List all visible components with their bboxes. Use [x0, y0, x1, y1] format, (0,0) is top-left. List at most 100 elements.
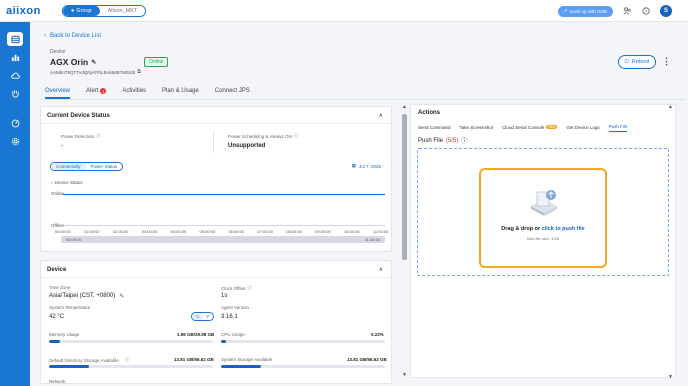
range-start: 00:00:00	[66, 237, 82, 242]
file-dropzone[interactable]: Drag & drop or click to push file Max fi…	[479, 168, 607, 268]
x-tick-label: 06:00:00	[228, 229, 245, 234]
x-tick-label: 08:00:00	[286, 229, 302, 234]
default-storage-label: Default Directory Storage Available ⓘ	[49, 357, 129, 363]
x-tick-label: 05:00:00	[199, 229, 216, 234]
date-picker[interactable]: ▦ Jul 7, 2025	[352, 163, 381, 169]
default-storage-fill	[49, 365, 90, 368]
right-panel-scrollbar[interactable]: ▲ ▼	[668, 104, 674, 382]
tab-activities[interactable]: Activities	[122, 86, 146, 99]
group-scope-button[interactable]: ● Group	[63, 5, 100, 16]
reboot-label: Reboot	[631, 59, 650, 65]
left-panel-scrollbar[interactable]: ▲ ▼	[402, 104, 407, 378]
tab-connect-jps[interactable]: Connect JPS	[215, 86, 250, 99]
upload-icon	[531, 190, 557, 216]
tab-take-screenshot[interactable]: Take Screenshot	[460, 124, 494, 132]
click-to-push-link[interactable]: click to push file	[542, 226, 585, 232]
timezone-row: Asia/Taipei (CST, +0800) ✎	[49, 293, 124, 300]
help-icon[interactable]: ?	[641, 6, 651, 16]
back-to-device-list-link[interactable]: Back to Device List	[50, 33, 101, 39]
info-icon[interactable]: ⓘ	[461, 136, 467, 145]
info-icon[interactable]: ⓘ	[294, 133, 299, 139]
tab-alert-label: Alert	[86, 88, 99, 94]
scope-switch: ● Group Allxon_MKT	[62, 4, 147, 17]
cpu-usage-value: 0.22%	[371, 332, 384, 337]
devices-icon[interactable]	[7, 32, 23, 46]
power-scheduling-value: Unsupported	[228, 143, 266, 149]
drop-instructions: Drag & drop or click to push file	[481, 226, 605, 232]
calendar-icon: ▦	[351, 163, 356, 168]
device-name-row: AGX Orin ✎	[50, 57, 96, 67]
scroll-down-icon[interactable]: ▼	[668, 374, 673, 380]
system-storage-value: 13.81 GB/56.62 GB	[347, 357, 387, 362]
system-storage-bar	[221, 365, 385, 368]
x-tick-label: 01:00:00	[83, 229, 100, 234]
memory-usage-fill	[49, 340, 60, 343]
device-id: AAMbuT9QTTvdQNjAFthLBAk58B7605S5	[50, 69, 136, 75]
memory-usage-label: Memory Usage	[49, 332, 80, 337]
chevron-up-icon[interactable]: ∧	[379, 112, 383, 119]
gear-icon[interactable]	[7, 134, 23, 148]
hand-icon[interactable]	[7, 86, 23, 100]
scroll-down-icon[interactable]: ▼	[402, 372, 407, 378]
connectivity-tab[interactable]: Connectivity	[51, 163, 86, 170]
status-line-online	[63, 194, 385, 195]
scroll-up-icon[interactable]: ▲	[402, 104, 407, 110]
reboot-button[interactable]: ⏻ Reboot	[618, 55, 656, 69]
x-tick-label: 11:00:00	[373, 229, 389, 234]
org-scope-button[interactable]: Allxon_MKT	[99, 5, 146, 16]
system-storage-label: System Storage Available	[221, 357, 273, 362]
copy-icon[interactable]: ⧉	[137, 69, 141, 75]
bar-chart-icon[interactable]	[7, 50, 23, 64]
agent-version-value: 3.16.1	[221, 314, 238, 320]
cpu-usage-bar	[221, 340, 385, 343]
edit-icon[interactable]: ✎	[119, 293, 124, 300]
left-panel-scroll-thumb[interactable]	[402, 114, 407, 260]
card-title: Current Device Status	[47, 113, 110, 119]
network-label: Network	[49, 379, 66, 384]
fahrenheit-option[interactable]: °F	[203, 313, 213, 320]
celsius-option[interactable]: °C	[192, 313, 203, 320]
info-icon[interactable]: ⓘ	[125, 357, 130, 363]
tab-send-command[interactable]: Send Command	[418, 124, 451, 132]
max-file-size: Max file size: 1GB	[526, 236, 560, 241]
legend-label: Device Status	[54, 180, 83, 185]
level-up-button[interactable]: ➚ Level up with OOB	[557, 5, 613, 17]
allxon-logo[interactable]: aiixon	[6, 5, 54, 17]
device-card: Device ∧ Time Zone Asia/Taipei (CST, +08…	[40, 260, 392, 384]
y-label-offline: Offline	[51, 223, 64, 228]
dashboard-icon[interactable]	[7, 116, 23, 130]
info-icon[interactable]: ⓘ	[247, 285, 252, 291]
divider	[213, 131, 214, 153]
device-label: Device	[50, 49, 66, 55]
top-bar: aiixon ● Group Allxon_MKT ➚ Level up wit…	[0, 0, 688, 22]
power-status-tab[interactable]: Power Status	[86, 163, 123, 170]
tab-alert[interactable]: Alert 1	[86, 86, 107, 99]
device-name: AGX Orin	[50, 57, 89, 67]
actions-card: Actions Send Command Take Screenshot Clo…	[410, 104, 676, 378]
user-avatar[interactable]: S	[660, 5, 672, 17]
drop-text: Drag & drop or	[501, 226, 541, 232]
tab-cloud-serial-console[interactable]: Cloud Serial Console New	[502, 124, 558, 132]
info-icon[interactable]: ⓘ	[96, 133, 101, 139]
cpu-usage-label: CPU Usage	[221, 332, 245, 337]
breadcrumb[interactable]: ‹ Back to Device List	[44, 33, 101, 39]
more-options-icon[interactable]: ⋮	[662, 56, 671, 67]
power-detection-value: -	[61, 143, 63, 149]
temperature-value: 42 °C	[49, 314, 65, 320]
chevron-up-icon[interactable]: ∧	[379, 266, 383, 273]
legend-line-icon: ⌐	[51, 180, 54, 185]
time-range-thumb[interactable]	[61, 236, 385, 243]
users-icon[interactable]	[622, 6, 632, 16]
time-range-slider[interactable]: 00:00:00 11:14:34	[61, 236, 385, 243]
x-tick-label: 10:00:00	[344, 229, 360, 234]
tab-push-file[interactable]: Push File	[608, 124, 628, 132]
clock-offset-value: 1s	[221, 293, 228, 299]
tab-get-device-logs[interactable]: Get Device Logs	[566, 124, 599, 132]
system-storage-fill	[221, 365, 262, 368]
cloud-icon[interactable]	[7, 68, 23, 82]
tab-plan-usage[interactable]: Plan & Usage	[162, 86, 199, 99]
scroll-up-icon[interactable]: ▲	[668, 104, 673, 110]
edit-icon[interactable]: ✎	[91, 59, 96, 66]
tab-overview[interactable]: Overview	[45, 86, 71, 99]
x-tick-label: 09:00:00	[315, 229, 331, 234]
